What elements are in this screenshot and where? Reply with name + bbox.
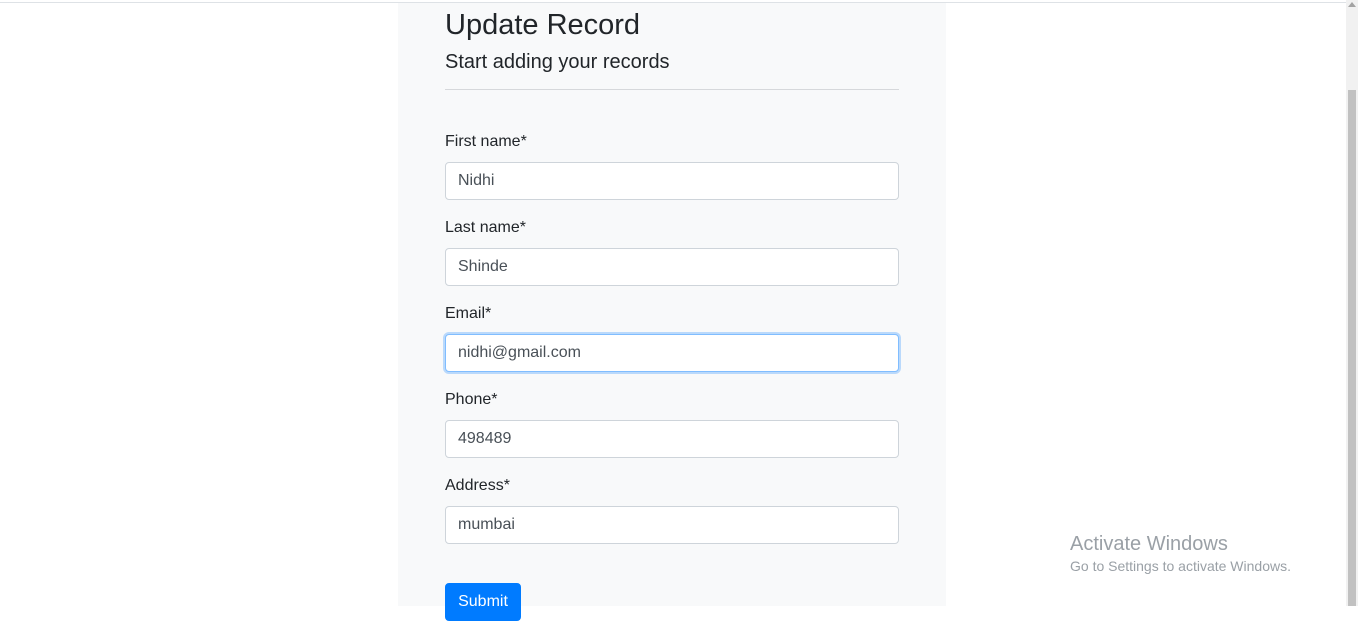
address-input[interactable] <box>445 506 899 544</box>
page-title: Update Record <box>445 9 641 41</box>
phone-label: Phone* <box>445 391 498 408</box>
divider <box>445 89 899 90</box>
activate-windows-watermark: Activate Windows Go to Settings to activ… <box>1070 532 1291 576</box>
vertical-scrollbar[interactable] <box>1346 0 1358 606</box>
page-subtitle: Start adding your records <box>445 51 670 73</box>
first-name-input[interactable] <box>445 162 899 200</box>
last-name-label: Last name* <box>445 219 526 236</box>
email-input[interactable] <box>445 334 899 372</box>
email-label: Email* <box>445 305 492 322</box>
last-name-input[interactable] <box>445 248 899 286</box>
address-label: Address* <box>445 477 510 494</box>
watermark-title: Activate Windows <box>1070 533 1228 555</box>
submit-button[interactable]: Submit <box>445 583 521 621</box>
scrollbar-thumb[interactable] <box>1348 90 1356 606</box>
phone-input[interactable] <box>445 420 899 458</box>
first-name-label: First name* <box>445 133 527 150</box>
form-panel: Update Record Start adding your records … <box>398 3 946 621</box>
scroll-up-arrow-icon[interactable] <box>1348 2 1356 7</box>
watermark-subtitle: Go to Settings to activate Windows. <box>1070 558 1291 574</box>
